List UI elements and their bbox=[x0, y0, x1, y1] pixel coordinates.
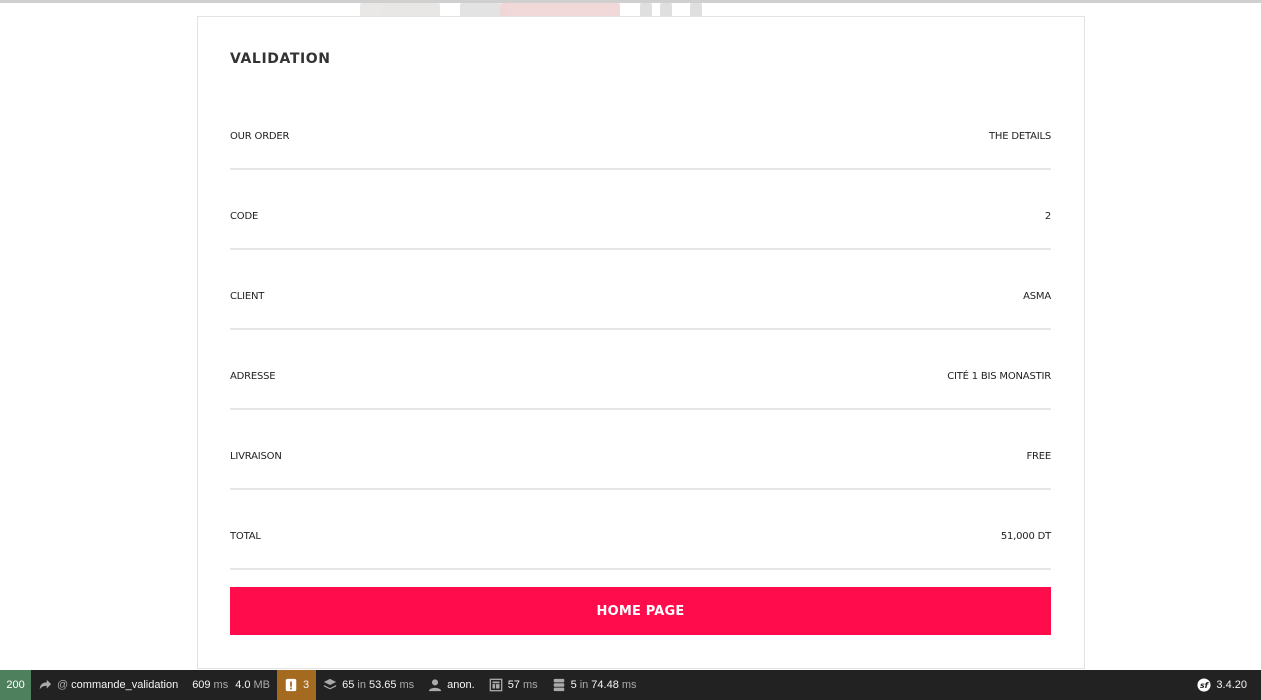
time-unit: ms bbox=[213, 679, 229, 691]
order-row-delivery: LIVRAISON FREE bbox=[230, 410, 1051, 490]
order-row-code: CODE 2 bbox=[230, 170, 1051, 250]
render-time: 57 bbox=[507, 679, 520, 691]
version-item[interactable]: sf 3.4.20 bbox=[1190, 670, 1261, 700]
page-title: VALIDATION bbox=[230, 51, 331, 67]
page-timer-icon bbox=[489, 678, 503, 692]
route-item[interactable]: @ commande_validation bbox=[31, 670, 185, 700]
db-in: in bbox=[579, 679, 589, 691]
render-item[interactable]: 57 ms bbox=[482, 670, 545, 700]
redirect-arrow-icon bbox=[39, 679, 52, 690]
time-item[interactable]: 609 ms bbox=[185, 670, 235, 700]
row-label: CLIENT bbox=[230, 291, 265, 302]
order-row-client: CLIENT ASMA bbox=[230, 250, 1051, 330]
row-label: TOTAL bbox=[230, 531, 261, 542]
user-icon bbox=[429, 679, 442, 692]
row-value: THE DETAILS bbox=[989, 131, 1051, 142]
twig-unit: ms bbox=[399, 679, 415, 691]
row-value: 51,000 DT bbox=[1000, 531, 1051, 542]
order-row-header: OUR ORDER THE DETAILS bbox=[230, 97, 1051, 170]
row-label: ADRESSE bbox=[230, 371, 276, 382]
user-item[interactable]: anon. bbox=[421, 670, 482, 700]
warning-icon bbox=[285, 678, 297, 692]
row-label: LIVRAISON bbox=[230, 451, 282, 462]
row-value: ASMA bbox=[1023, 291, 1051, 302]
db-time: 74.48 bbox=[591, 679, 619, 691]
background-image-fragment bbox=[360, 3, 750, 17]
database-icon bbox=[553, 678, 564, 692]
twig-time: 53.65 bbox=[368, 679, 397, 691]
row-value: 2 bbox=[1044, 211, 1051, 222]
status-code-badge[interactable]: 200 bbox=[0, 670, 31, 700]
home-page-button[interactable]: HOME PAGE bbox=[230, 587, 1051, 635]
warnings-count: 3 bbox=[303, 679, 310, 691]
route-name: commande_validation bbox=[71, 679, 179, 691]
row-label: OUR ORDER bbox=[230, 131, 290, 142]
render-unit: ms bbox=[522, 679, 538, 691]
row-value: FREE bbox=[1026, 451, 1051, 462]
order-row-address: ADRESSE CITÉ 1 BIS MONASTIR bbox=[230, 330, 1051, 410]
user-name: anon. bbox=[447, 679, 475, 691]
memory-unit: MB bbox=[253, 679, 271, 691]
warnings-item[interactable]: 3 bbox=[277, 670, 317, 700]
order-row-total: TOTAL 51,000 DT bbox=[230, 490, 1051, 570]
database-item[interactable]: 5 in 74.48 ms bbox=[545, 670, 644, 700]
twig-item[interactable]: 65 in 53.65 ms bbox=[316, 670, 421, 700]
layers-icon bbox=[324, 678, 337, 690]
symfony-logo-icon: sf bbox=[1197, 678, 1211, 692]
row-label: CODE bbox=[230, 211, 259, 222]
debug-toolbar: 200 @ commande_validation 609 ms 4.0 MB … bbox=[0, 670, 1261, 700]
row-value: CITÉ 1 BIS MONASTIR bbox=[947, 371, 1051, 382]
time-value: 609 bbox=[192, 679, 211, 691]
memory-item[interactable]: 4.0 MB bbox=[235, 670, 277, 700]
db-count: 5 bbox=[570, 679, 577, 691]
order-summary: OUR ORDER THE DETAILS CODE 2 CLIENT ASMA… bbox=[230, 97, 1051, 570]
twig-in: in bbox=[357, 679, 366, 691]
twig-count: 65 bbox=[342, 679, 355, 691]
route-at: @ bbox=[57, 679, 69, 691]
status-code: 200 bbox=[6, 679, 25, 691]
memory-value: 4.0 bbox=[235, 679, 251, 691]
db-unit: ms bbox=[621, 679, 637, 691]
validation-panel: VALIDATION OUR ORDER THE DETAILS CODE 2 … bbox=[197, 16, 1085, 669]
version-number: 3.4.20 bbox=[1216, 679, 1247, 691]
